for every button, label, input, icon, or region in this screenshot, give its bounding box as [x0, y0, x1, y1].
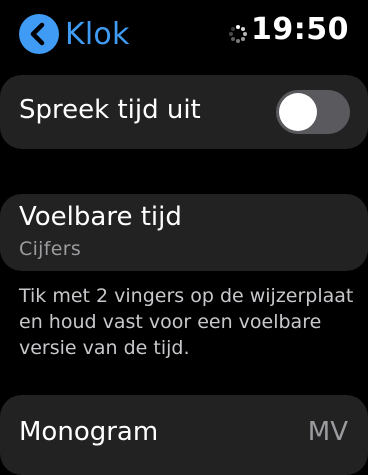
back-label: Klok: [65, 16, 130, 52]
speak-time-toggle[interactable]: [276, 90, 350, 134]
tactile-time-footnote: Tik met 2 vingers op de wijzerplaat en h…: [19, 285, 354, 359]
monogram-row[interactable]: Monogram MV: [0, 395, 368, 475]
back-button[interactable]: Klok: [19, 14, 130, 54]
status-time: 19:50: [251, 12, 349, 47]
monogram-label: Monogram: [19, 417, 159, 447]
tactile-time-label: Voelbare tijd: [19, 202, 182, 232]
tactile-time-row[interactable]: Voelbare tijd Cijfers: [0, 194, 368, 271]
toggle-knob: [279, 93, 317, 131]
toggle-track: [276, 90, 350, 134]
activity-spinner-icon: [228, 24, 248, 44]
monogram-value: MV: [307, 417, 348, 447]
tactile-time-value: Cijfers: [19, 238, 82, 260]
back-chevron-icon: [19, 14, 59, 54]
speak-time-label: Spreek tijd uit: [19, 95, 201, 125]
status-bar: Klok 19:50: [0, 0, 368, 66]
